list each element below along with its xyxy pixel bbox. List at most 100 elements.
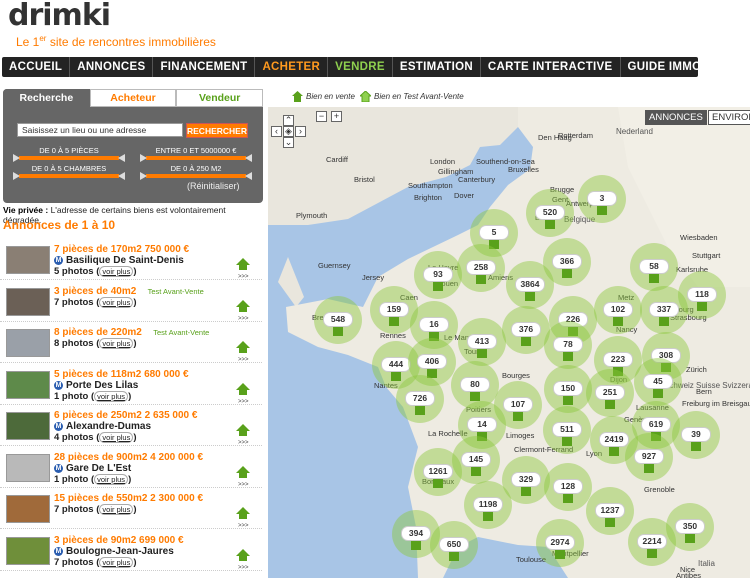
house-pin-icon[interactable] (477, 348, 487, 358)
map-center-icon[interactable]: ◈ (283, 126, 294, 137)
tab-acheteur[interactable]: Acheteur (89, 89, 177, 107)
more-link[interactable]: >>> (238, 357, 249, 363)
house-pin-icon[interactable] (545, 219, 555, 229)
range-min-handle[interactable] (140, 154, 147, 162)
voir-plus-link[interactable]: voir plus (94, 390, 129, 402)
house-pin-icon[interactable] (605, 517, 615, 527)
more-link[interactable]: >>> (238, 274, 249, 280)
listing-thumbnail[interactable] (6, 370, 50, 399)
nav-carte-interactive[interactable]: CARTE INTERACTIVE (481, 57, 621, 77)
listing-item[interactable]: 5 pièces de 118m2 680 000 € M Porte Des Li… (0, 365, 262, 405)
more-link[interactable]: >>> (238, 523, 249, 529)
cluster-count[interactable]: 366 (552, 254, 582, 269)
voir-plus-link[interactable]: voir plus (99, 338, 134, 349)
cluster-count[interactable]: 444 (381, 357, 411, 372)
cluster-count[interactable]: 5 (479, 225, 509, 240)
cluster-count[interactable]: 726 (405, 391, 435, 406)
cluster-count[interactable]: 2974 (545, 535, 575, 550)
cluster-count[interactable]: 251 (595, 385, 625, 400)
house-pin-icon[interactable] (649, 273, 659, 283)
more-link[interactable]: >>> (238, 482, 249, 488)
nav-vendre[interactable]: VENDRE (328, 57, 393, 77)
listing-title[interactable]: 15 pièces de 550m2 2 300 000 € (54, 493, 203, 504)
cluster-count[interactable]: 14 (467, 417, 497, 432)
search-button[interactable]: RECHERCHER (186, 123, 248, 138)
listing-thumbnail[interactable] (6, 287, 50, 316)
house-pin-icon[interactable] (333, 326, 343, 336)
house-pin-icon[interactable] (389, 316, 399, 326)
listing-item[interactable]: 3 pièces de 90m2 699 000 € M Boulogne-Jean… (0, 531, 262, 571)
cluster-count[interactable]: 376 (511, 322, 541, 337)
tab-vendeur[interactable]: Vendeur (176, 89, 264, 107)
cluster-count[interactable]: 337 (649, 302, 679, 317)
reset-link[interactable]: (Réinitialiser) (187, 181, 240, 191)
cluster-count[interactable]: 3864 (515, 277, 545, 292)
range-max-handle[interactable] (118, 172, 125, 180)
range-min-handle[interactable] (140, 172, 147, 180)
area-range-slider[interactable]: DE 0 À 250 M2 (140, 164, 252, 182)
voir-plus-link[interactable]: voir plus (99, 504, 134, 515)
house-pin-icon[interactable] (525, 291, 535, 301)
house-pin-icon[interactable] (691, 441, 701, 451)
cluster-count[interactable]: 1261 (423, 464, 453, 479)
map-pan-up-icon[interactable]: ⌃ (283, 115, 294, 126)
map-pan-down-icon[interactable]: ⌄ (283, 137, 294, 148)
house-pin-icon[interactable] (644, 463, 654, 473)
cluster-count[interactable]: 1198 (473, 497, 503, 512)
house-pin-icon[interactable] (433, 478, 443, 488)
house-pin-icon[interactable] (470, 391, 480, 401)
cluster-count[interactable]: 45 (643, 374, 673, 389)
listing-thumbnail[interactable] (6, 453, 50, 482)
interactive-map[interactable]: ANNONCES ENVIRON − + ⌃ ‹ ◈ › ⌄ Cardiff Lo… (268, 107, 750, 578)
map-zoom-in-icon[interactable]: + (331, 111, 342, 122)
house-pin-icon[interactable] (563, 493, 573, 503)
cluster-count[interactable]: 107 (503, 397, 533, 412)
listing-item[interactable]: 8 pièces de 220m2 Test Avant-Vente 8 photo… (0, 323, 262, 363)
cluster-count[interactable]: 128 (553, 479, 583, 494)
house-pin-icon[interactable] (697, 301, 707, 311)
listing-title[interactable]: 8 pièces de 220m2 (54, 327, 142, 338)
voir-plus-link[interactable]: voir plus (99, 296, 134, 308)
cluster-count[interactable]: 413 (467, 334, 497, 349)
listing-title[interactable]: 28 pièces de 900m2 4 200 000 € (54, 452, 203, 463)
cluster-count[interactable]: 145 (461, 452, 491, 467)
cluster-count[interactable]: 78 (553, 337, 583, 352)
cluster-count[interactable]: 329 (511, 472, 541, 487)
listing-house-icon[interactable] (236, 465, 250, 480)
house-pin-icon[interactable] (433, 281, 443, 291)
listing-thumbnail[interactable] (6, 329, 50, 357)
cluster-count[interactable]: 520 (535, 205, 565, 220)
house-pin-icon[interactable] (562, 268, 572, 278)
map-pan-left-icon[interactable]: ‹ (271, 126, 282, 137)
listing-item[interactable]: 6 pièces de 250m2 2 635 000 € M Alexandre-… (0, 406, 262, 446)
cluster-count[interactable]: 3 (587, 191, 617, 206)
nav-accueil[interactable]: ACCUEIL (2, 57, 71, 77)
house-pin-icon[interactable] (609, 446, 619, 456)
cluster-count[interactable]: 16 (419, 317, 449, 332)
cluster-count[interactable]: 650 (439, 537, 469, 552)
listing-title[interactable]: 3 pièces de 40m2 (54, 286, 136, 297)
cluster-count[interactable]: 1237 (595, 503, 625, 518)
price-range-slider[interactable]: ENTRE 0 ET 5000000 € (140, 146, 252, 164)
listing-title[interactable]: 7 pièces de 170m2 750 000 € (54, 244, 189, 255)
house-pin-icon[interactable] (521, 336, 531, 346)
nav-annonces[interactable]: ANNONCES (70, 57, 154, 77)
cluster-count[interactable]: 619 (641, 417, 671, 432)
house-pin-icon[interactable] (653, 388, 663, 398)
bedrooms-range-slider[interactable]: DE 0 À 5 CHAMBRES (13, 164, 125, 182)
cluster-count[interactable]: 223 (603, 352, 633, 367)
voir-plus-link[interactable]: voir plus (99, 432, 134, 443)
cluster-count[interactable]: 102 (603, 302, 633, 317)
cluster-count[interactable]: 511 (552, 422, 582, 437)
more-link[interactable]: >>> (238, 316, 249, 322)
house-pin-icon[interactable] (471, 466, 481, 476)
range-max-handle[interactable] (118, 154, 125, 162)
listing-thumbnail[interactable] (6, 246, 50, 274)
cluster-count[interactable]: 39 (681, 427, 711, 442)
map-btn-environ[interactable]: ENVIRON (708, 110, 750, 125)
location-search-input[interactable]: Saisissez un lieu ou une adresse (17, 123, 183, 137)
listing-thumbnail[interactable] (6, 495, 50, 523)
listing-house-icon[interactable] (236, 258, 250, 272)
nav-guide-immobilier[interactable]: GUIDE IMMOBILIER (621, 57, 748, 77)
voir-plus-link[interactable]: voir plus (99, 556, 134, 568)
